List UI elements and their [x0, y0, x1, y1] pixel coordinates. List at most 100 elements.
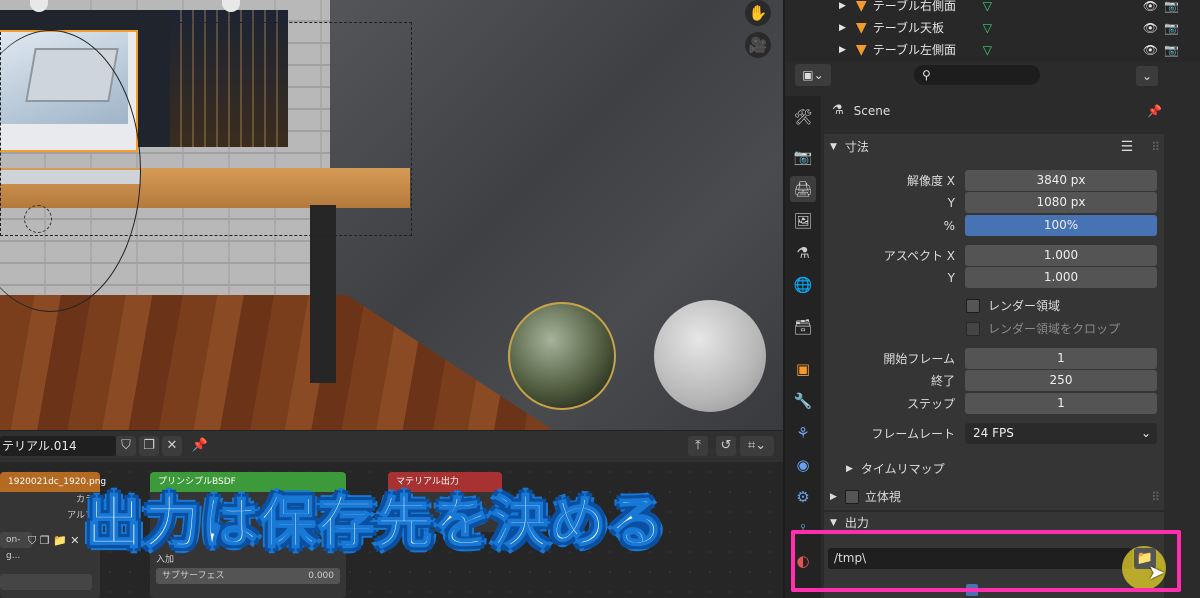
bsdf-subsurface-label: サブサーフェス — [162, 571, 225, 581]
particles-tab-icon[interactable]: ⚘ — [790, 420, 816, 446]
pin-icon[interactable]: 📌 — [1147, 98, 1162, 124]
render-region-check[interactable] — [966, 298, 980, 313]
aspect-x-field[interactable]: 1.000 — [965, 245, 1157, 266]
camera-render-icon[interactable]: 📷 — [1164, 0, 1179, 17]
unlink-close-icon[interactable]: ✕ — [162, 436, 182, 456]
mesh-object-icon: ▼ — [855, 20, 867, 36]
drag-handle-icon[interactable]: ⠿ — [1151, 484, 1160, 510]
image-node-color-socket: カラ — [75, 495, 94, 505]
properties-search-input[interactable]: ⚲ — [914, 65, 1040, 85]
expand-arrow-icon[interactable]: ▶ — [839, 17, 846, 39]
render-tab-icon[interactable]: 📷 — [790, 144, 816, 170]
stereoscopy-label: 立体視 — [864, 490, 901, 504]
dimensions-title: 寸法 — [844, 140, 869, 154]
frame-start-label: 開始フレーム — [883, 352, 955, 366]
time-remap-subpanel-header[interactable]: ▶ タイムリマップ — [846, 456, 945, 482]
scene-icon: ⚗ — [832, 103, 844, 118]
pin-icon[interactable]: 📌 — [190, 436, 210, 456]
aspect-y-field[interactable]: 1.000 — [965, 267, 1157, 288]
object-tab-icon[interactable]: ▣ — [790, 356, 816, 382]
resolution-x-field[interactable]: 3840 px — [965, 170, 1157, 191]
hand-pan-icon[interactable]: ✋ — [745, 0, 771, 26]
snap-increment-dropdown[interactable]: ⌗⌄ — [740, 436, 774, 456]
tool-tab-icon[interactable]: 🛠 — [790, 104, 816, 130]
modifier-wrench-icon[interactable]: 🔧 — [790, 388, 816, 414]
outliner-row[interactable]: ▶ ▼ テーブル右側面 ▽ 👁 📷 — [839, 0, 1179, 17]
outliner-row[interactable]: ▶ ▼ テーブル天板 ▽ 👁 📷 — [839, 17, 1179, 39]
material-name-field[interactable]: テリアル.014 — [0, 436, 116, 456]
resolution-percent-slider[interactable]: 100% — [965, 215, 1157, 236]
camera-render-icon[interactable]: 📷 — [1164, 39, 1179, 61]
mesh-object-icon: ▼ — [855, 0, 867, 14]
parent-node-up-icon[interactable]: ⤒ — [688, 436, 708, 456]
physics-tab-icon[interactable]: ◉ — [790, 452, 816, 478]
search-icon: ⚲ — [922, 68, 931, 82]
image-node-alpha-socket: アルフ — [67, 511, 94, 521]
aspect-x-label: アスペクト X — [883, 249, 955, 263]
camera-view-icon[interactable]: 🎥 — [745, 32, 771, 58]
frame-end-label: 終了 — [930, 374, 955, 388]
eye-visibility-icon[interactable]: 👁 — [1143, 0, 1158, 17]
render-region-checkbox[interactable]: レンダー領域 — [966, 297, 1060, 314]
world-tab-icon[interactable]: 🌐 — [790, 272, 816, 298]
frame-start-field[interactable]: 1 — [965, 348, 1157, 369]
view-layer-tab-icon[interactable]: 🖼 — [790, 208, 816, 234]
frame-end-field[interactable]: 250 — [965, 370, 1157, 391]
expand-arrow-icon[interactable]: ▶ — [830, 484, 837, 510]
crop-region-check[interactable] — [966, 321, 980, 336]
framerate-value: 24 FPS — [973, 426, 1014, 440]
drag-handle-icon[interactable]: ⠿ — [1151, 134, 1160, 160]
chevron-down-icon: ⌄ — [1140, 426, 1151, 440]
eye-visibility-icon[interactable]: 👁 — [1143, 17, 1158, 39]
stereoscopy-panel-header[interactable]: ▶ 立体視 ⠿ — [830, 484, 1160, 510]
framerate-label: フレームレート — [871, 427, 955, 441]
collapse-arrow-icon[interactable]: ▼ — [830, 134, 837, 160]
scene-tab-icon[interactable]: ⚗ — [790, 240, 816, 266]
dimensions-panel-header[interactable]: ▼ 寸法 ☰ ⠿ — [830, 134, 1160, 160]
bsdf-subsurface-field[interactable]: サブサーフェス 0.000 — [156, 568, 340, 584]
mesh-object-icon: ▼ — [855, 42, 867, 58]
image-node-dropdown[interactable] — [0, 574, 92, 590]
origin-gizmo[interactable] — [24, 205, 52, 233]
outliner-item-label: テーブル左側面 — [872, 43, 956, 57]
mesh-data-icon: ▽ — [982, 43, 992, 57]
constraints-tab-icon[interactable]: ⚙ — [790, 484, 816, 510]
outliner: ▶ ▼ テーブル右側面 ▽ 👁 📷 ▶ ▼ テーブル天板 ▽ 👁 📷 ▶ ▼ テ… — [785, 0, 1200, 62]
time-remap-label: タイムリマップ — [860, 462, 945, 476]
bsdf-subsurface-value: 0.000 — [308, 571, 334, 581]
image-node-title: 1920021dc_1920.png — [0, 472, 106, 492]
crop-region-checkbox[interactable]: レンダー領域をクロップ — [966, 320, 1120, 337]
render-region-label: レンダー領域 — [988, 299, 1061, 313]
outliner-row[interactable]: ▶ ▼ テーブル左側面 ▽ 👁 📷 — [839, 39, 1179, 61]
fake-user-shield-icon[interactable]: ⛉ — [116, 436, 136, 456]
expand-arrow-icon[interactable]: ▶ — [846, 456, 853, 482]
snap-magnet-icon[interactable]: ↺ — [716, 436, 736, 456]
expand-arrow-icon[interactable]: ▶ — [839, 39, 846, 61]
editor-type-dropdown[interactable]: ▣⌄ — [795, 64, 831, 86]
presets-list-icon[interactable]: ☰ — [1121, 134, 1134, 160]
image-node-browse-icons[interactable]: ⛉ ❐ 📁 ✕ — [28, 534, 80, 548]
resolution-x-label: 解像度 X — [906, 174, 955, 188]
expand-arrow-icon[interactable]: ▶ — [839, 0, 846, 17]
scene-name: Scene — [853, 104, 891, 118]
camera-render-icon[interactable]: 📷 — [1164, 17, 1179, 39]
resolution-y-field[interactable]: 1080 px — [965, 192, 1157, 213]
collection-tab-icon[interactable]: 🗃 — [790, 314, 816, 340]
outliner-item-label: テーブル右側面 — [872, 0, 956, 13]
crop-region-label: レンダー領域をクロップ — [988, 322, 1121, 336]
resolution-y-label: Y — [947, 196, 955, 210]
output-tab-icon[interactable]: 🖨 — [790, 176, 816, 202]
aspect-y-label: Y — [947, 271, 955, 285]
options-chevron-icon[interactable]: ⌄ — [1136, 66, 1158, 86]
outliner-item-label: テーブル天板 — [872, 21, 944, 35]
percent-value: 100% — [1043, 218, 1079, 232]
duplicate-material-icon[interactable]: ❐ — [139, 436, 159, 456]
scene-breadcrumb: ⚗ Scene 📌 — [832, 98, 1162, 124]
tutorial-caption: 出力は保存先を決める — [85, 490, 666, 557]
3d-viewport[interactable]: ✋ 🎥 — [0, 0, 783, 430]
frame-step-field[interactable]: 1 — [965, 393, 1157, 414]
framerate-dropdown[interactable]: 24 FPS ⌄ — [965, 423, 1157, 444]
mesh-data-icon: ▽ — [982, 21, 992, 35]
eye-visibility-icon[interactable]: 👁 — [1143, 39, 1158, 61]
stereoscopy-check[interactable] — [844, 490, 859, 504]
